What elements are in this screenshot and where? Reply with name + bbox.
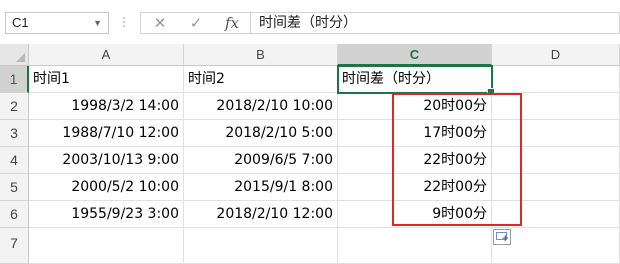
row-header-5[interactable]: 5 [0, 174, 29, 201]
cell-a2[interactable]: 1998/3/2 14:00 [29, 93, 184, 120]
cell-a7[interactable] [29, 228, 184, 264]
cell-d4[interactable] [492, 147, 620, 174]
chevron-down-icon[interactable]: ▼ [93, 13, 102, 33]
more-options-icon[interactable]: ⋮ [118, 12, 130, 34]
formula-buttons: ✕ ✓ fx [140, 12, 250, 34]
cell-b6[interactable]: 2018/2/10 12:00 [184, 201, 338, 228]
select-all-button[interactable] [0, 44, 29, 66]
cell-b3[interactable]: 2018/2/10 5:00 [184, 120, 338, 147]
column-header-d[interactable]: D [492, 44, 620, 66]
quick-analysis-icon[interactable]: + [493, 229, 511, 245]
cell-b2[interactable]: 2018/2/10 10:00 [184, 93, 338, 120]
cell-d7[interactable] [492, 228, 620, 264]
cell-d1[interactable] [492, 66, 620, 93]
select-all-triangle-icon [16, 53, 25, 62]
cell-c6[interactable]: 9时00分 [338, 201, 492, 228]
row-header-7[interactable]: 7 [0, 228, 29, 264]
formula-bar: C1 ▼ ⋮ ✕ ✓ fx 时间差（时分） [0, 0, 620, 44]
cell-a1[interactable]: 时间1 [29, 66, 184, 93]
name-box-value: C1 [12, 15, 29, 30]
row-header-3[interactable]: 3 [0, 120, 29, 147]
cell-b5[interactable]: 2015/9/1 8:00 [184, 174, 338, 201]
row-header-6[interactable]: 6 [0, 201, 29, 228]
name-box[interactable]: C1 ▼ [5, 12, 109, 34]
cell-d6[interactable] [492, 201, 620, 228]
cell-b4[interactable]: 2009/6/5 7:00 [184, 147, 338, 174]
row-header-1[interactable]: 1 [0, 66, 29, 93]
column-header-a[interactable]: A [29, 44, 184, 66]
row-header-2[interactable]: 2 [0, 93, 29, 120]
cell-c1[interactable]: 时间差（时分） [338, 66, 492, 93]
cell-c5[interactable]: 22时00分 [338, 174, 492, 201]
cell-a6[interactable]: 1955/9/23 3:00 [29, 201, 184, 228]
column-header-c[interactable]: C [338, 44, 492, 66]
enter-icon[interactable]: ✓ [185, 13, 207, 33]
formula-input[interactable]: 时间差（时分） [250, 12, 620, 34]
cell-a3[interactable]: 1988/7/10 12:00 [29, 120, 184, 147]
quick-analysis-plus-icon: + [501, 234, 509, 244]
cell-b1[interactable]: 时间2 [184, 66, 338, 93]
cell-c2[interactable]: 20时00分 [338, 93, 492, 120]
cell-d5[interactable] [492, 174, 620, 201]
column-header-b[interactable]: B [184, 44, 338, 66]
cell-a5[interactable]: 2000/5/2 10:00 [29, 174, 184, 201]
cell-b7[interactable] [184, 228, 338, 264]
cell-c7[interactable] [338, 228, 492, 264]
cancel-icon[interactable]: ✕ [149, 13, 171, 33]
cell-c3[interactable]: 17时00分 [338, 120, 492, 147]
cell-d2[interactable] [492, 93, 620, 120]
row-header-4[interactable]: 4 [0, 147, 29, 174]
insert-function-icon[interactable]: fx [221, 13, 243, 33]
cell-a4[interactable]: 2003/10/13 9:00 [29, 147, 184, 174]
cell-d3[interactable] [492, 120, 620, 147]
cell-c4[interactable]: 22时00分 [338, 147, 492, 174]
